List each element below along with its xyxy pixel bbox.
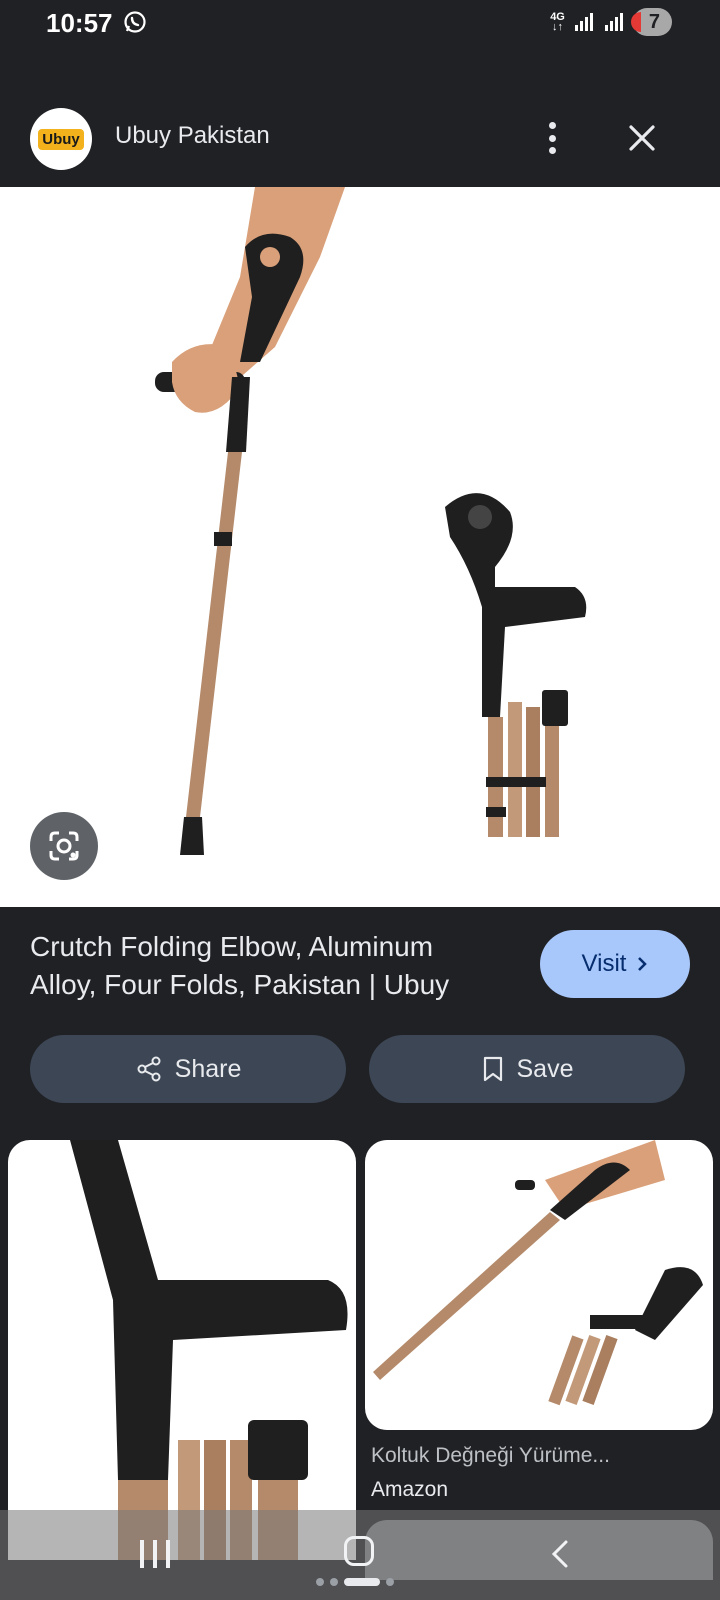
save-button[interactable]: Save: [369, 1035, 685, 1103]
battery-badge: 7: [630, 8, 672, 36]
signal-icon: [604, 13, 623, 31]
related-result-card[interactable]: [8, 1140, 356, 1560]
visit-button[interactable]: Visit: [540, 930, 690, 998]
result-title[interactable]: Crutch Folding Elbow, Aluminum Alloy, Fo…: [30, 928, 500, 1004]
status-icons: 4G ↓↑ 7: [550, 8, 672, 36]
logo-text: Ubuy: [38, 128, 84, 150]
google-lens-icon: [49, 831, 79, 861]
page-indicator: [316, 1578, 394, 1586]
more-vert-icon[interactable]: [537, 118, 567, 158]
related-result-caption[interactable]: Koltuk Değneği Yürüme...: [371, 1444, 701, 1468]
save-label: Save: [516, 1054, 574, 1083]
system-nav-bar: [0, 1510, 720, 1600]
whatsapp-icon: [124, 11, 146, 33]
site-name[interactable]: Ubuy Pakistan: [115, 122, 270, 150]
visit-label: Visit: [581, 950, 627, 977]
google-lens-button[interactable]: [30, 812, 98, 880]
share-icon: [137, 1056, 161, 1082]
recent-apps-icon[interactable]: [140, 1540, 170, 1568]
source-header: Ubuy Ubuy Pakistan: [0, 100, 720, 180]
chevron-right-icon: [638, 957, 648, 971]
share-label: Share: [174, 1054, 242, 1083]
home-icon[interactable]: [344, 1536, 374, 1566]
network-type: 4G ↓↑: [550, 11, 565, 33]
related-result-image[interactable]: [365, 1140, 713, 1430]
close-icon[interactable]: [626, 122, 658, 154]
site-logo[interactable]: Ubuy: [30, 108, 92, 170]
status-time: 10:57: [46, 8, 113, 38]
back-icon[interactable]: [548, 1538, 572, 1570]
related-result-source: Amazon: [371, 1478, 449, 1501]
related-result-image[interactable]: [8, 1140, 356, 1560]
crutch-illustration: [155, 187, 587, 855]
related-result-card[interactable]: Koltuk Değneği Yürüme... Amazon: [365, 1140, 713, 1540]
status-bar: 10:57 4G ↓↑ 7: [0, 0, 720, 56]
product-image[interactable]: [0, 187, 720, 907]
signal-icon: [574, 13, 593, 31]
bookmark-icon: [483, 1056, 502, 1082]
share-button[interactable]: Share: [30, 1035, 346, 1103]
